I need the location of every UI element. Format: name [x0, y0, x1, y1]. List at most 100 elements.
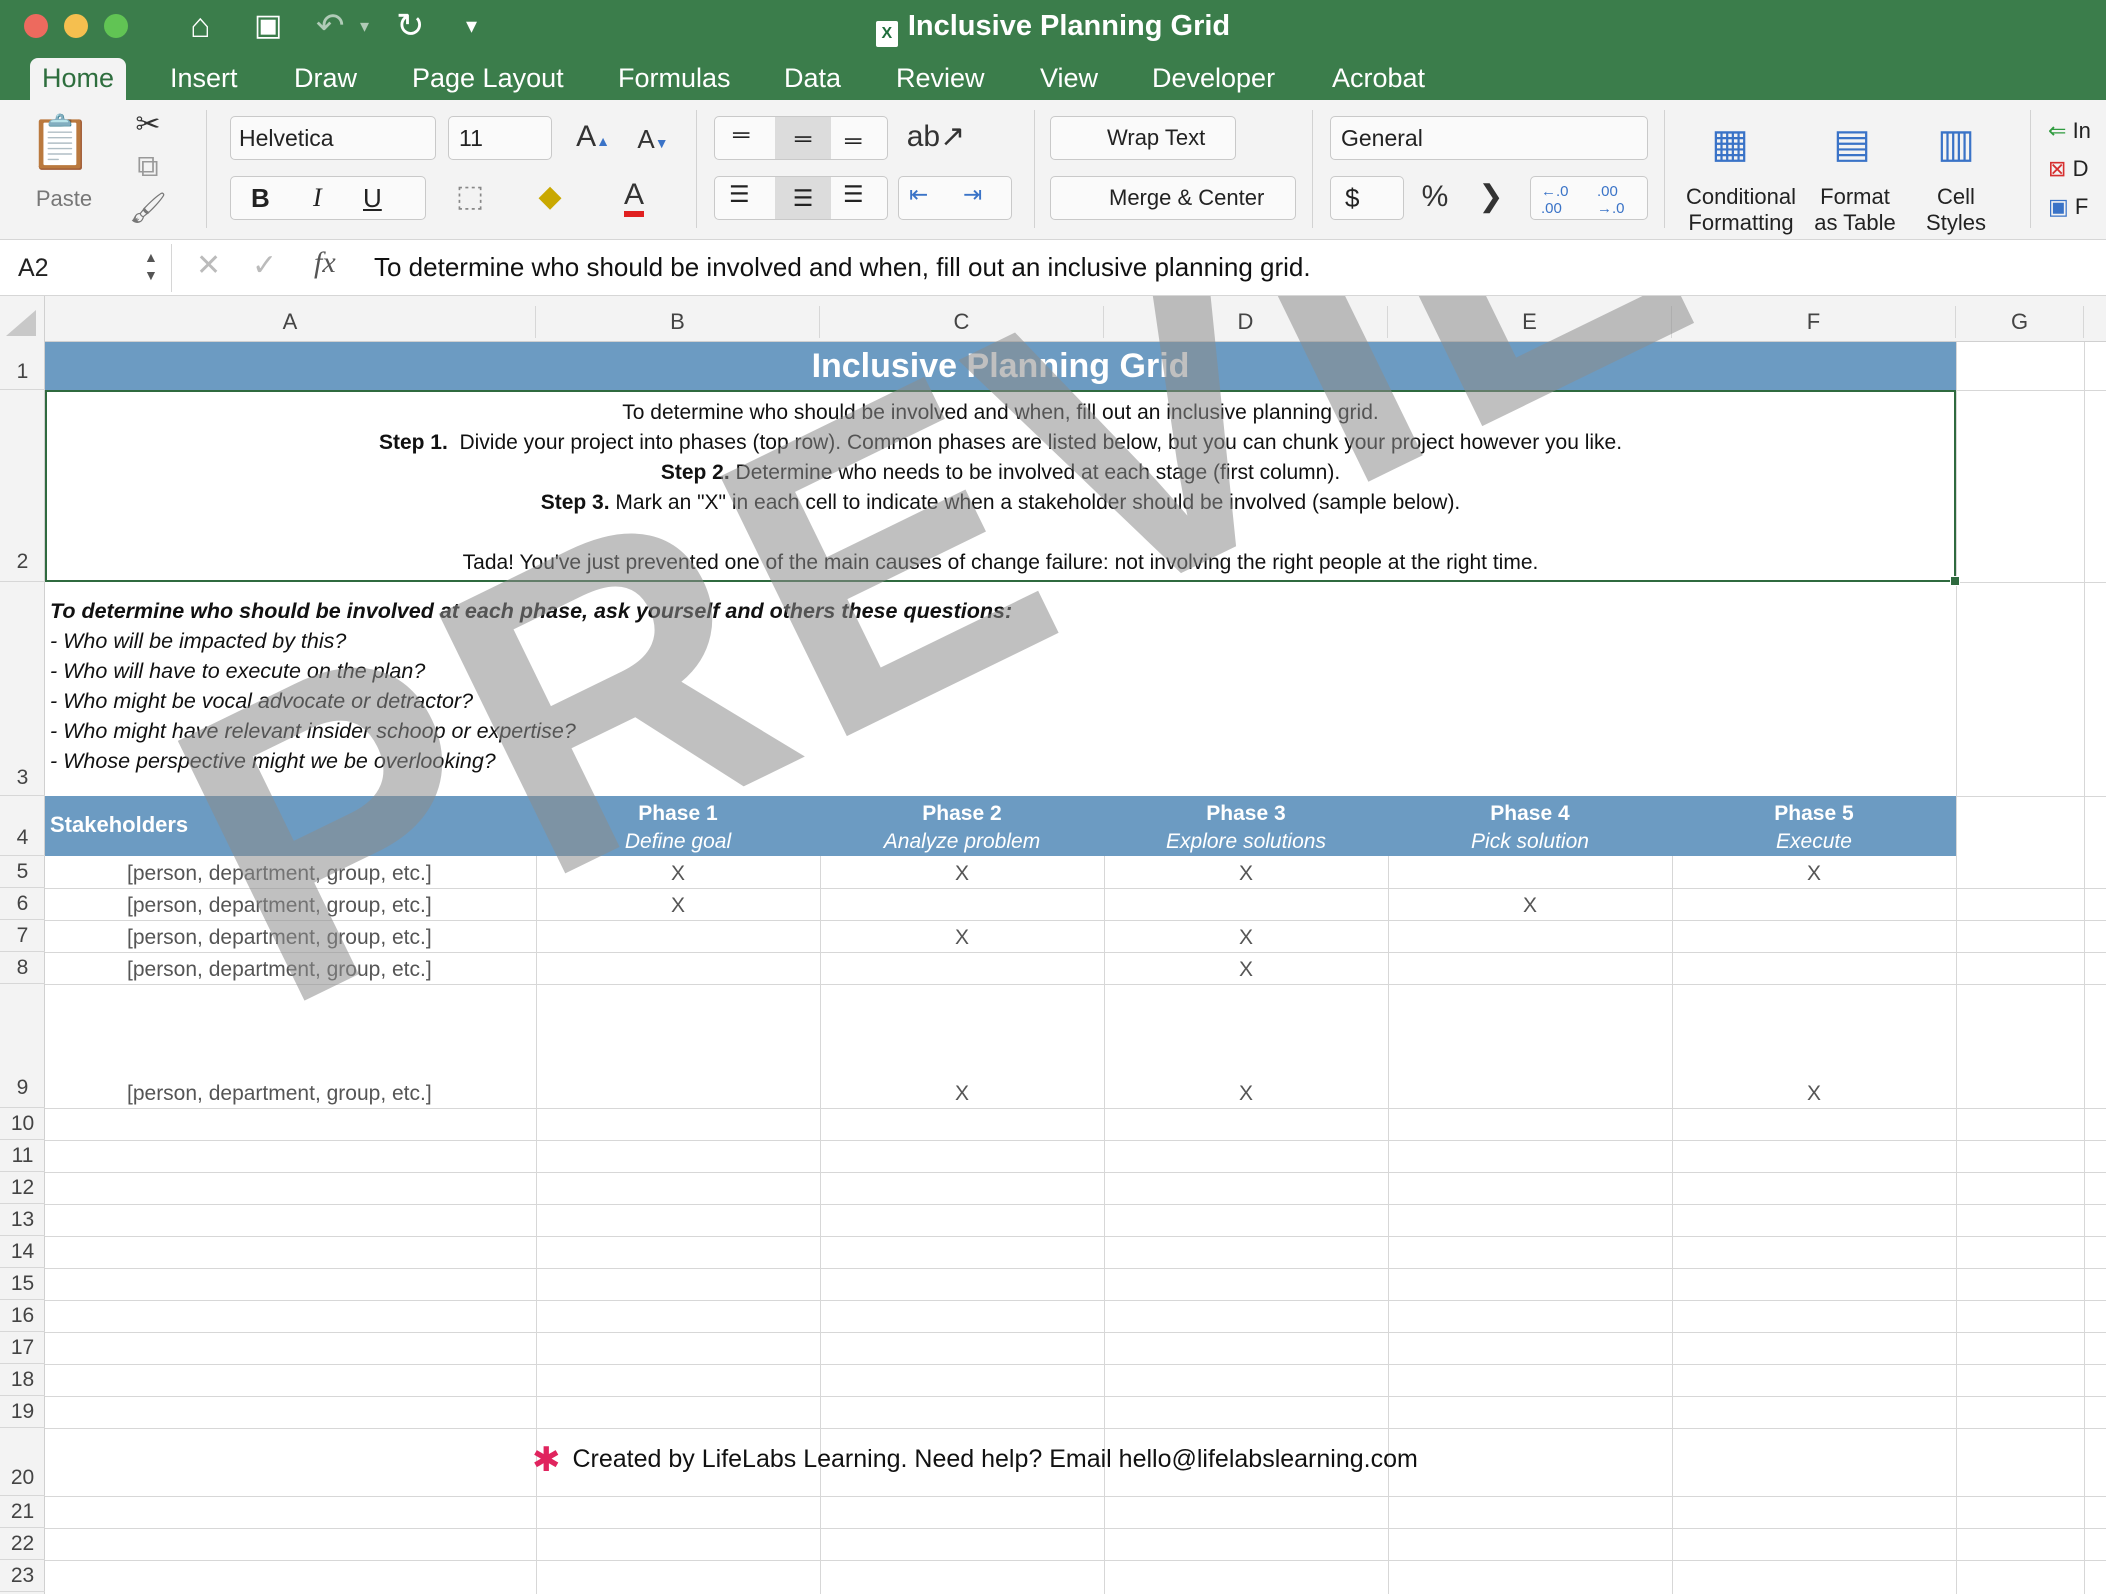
row-header-7[interactable]: 7 — [0, 920, 45, 952]
enter-icon[interactable]: ✓ — [252, 248, 277, 283]
row-header-21[interactable]: 21 — [0, 1496, 45, 1528]
format-as-table-icon[interactable]: ▤ — [1822, 116, 1882, 172]
font-size-select[interactable]: 11 — [448, 116, 552, 160]
cells-group-cut[interactable]: ⇐ In ⊠ D ▣ F — [2048, 112, 2106, 226]
mark-cell[interactable]: X — [1104, 958, 1388, 982]
comma-style-icon[interactable]: ❯ — [1466, 180, 1516, 214]
fill-handle[interactable] — [1950, 576, 1960, 586]
row-header-9[interactable]: 9 — [0, 984, 45, 1108]
mark-cell[interactable]: X — [820, 1082, 1104, 1106]
row-header-10[interactable]: 10 — [0, 1108, 45, 1140]
row-header-23[interactable]: 23 — [0, 1560, 45, 1592]
align-right-icon[interactable]: ☰ — [843, 181, 864, 208]
format-as-table-label[interactable]: Format as Table — [1806, 184, 1904, 236]
phase-header-5[interactable]: Phase 5 Execute — [1672, 800, 1956, 856]
row-header-17[interactable]: 17 — [0, 1332, 45, 1364]
currency-button[interactable]: $ — [1330, 176, 1404, 220]
conditional-formatting-icon[interactable]: ▦ — [1700, 116, 1760, 172]
tab-home[interactable]: Home — [30, 58, 127, 100]
select-all-corner[interactable] — [6, 310, 36, 336]
cut-icon[interactable]: ✂ — [128, 108, 168, 142]
borders-icon[interactable]: ⬚ — [440, 180, 500, 214]
row-header-11[interactable]: 11 — [0, 1140, 45, 1172]
row-header-1[interactable]: 1 — [0, 342, 45, 390]
increase-font-size-icon[interactable]: A▲ — [568, 120, 618, 158]
tab-data[interactable]: Data — [772, 58, 853, 100]
tab-insert[interactable]: Insert — [158, 58, 250, 100]
increase-indent-icon[interactable]: ⇥ — [963, 181, 982, 208]
phase-header-1[interactable]: Phase 1 Define goal — [536, 800, 820, 856]
wrap-text-button[interactable]: Wrap Text — [1050, 116, 1236, 160]
tab-page-layout[interactable]: Page Layout — [400, 58, 576, 100]
row-header-2[interactable]: 2 — [0, 390, 45, 582]
row-header-8[interactable]: 8 — [0, 952, 45, 984]
row-header-16[interactable]: 16 — [0, 1300, 45, 1332]
column-header-c[interactable]: C — [820, 306, 1104, 338]
formula-input[interactable]: To determine who should be involved and … — [374, 252, 1311, 283]
row-header-15[interactable]: 15 — [0, 1268, 45, 1300]
bold-icon[interactable]: B — [251, 183, 270, 214]
tab-formulas[interactable]: Formulas — [606, 58, 743, 100]
column-header-e[interactable]: E — [1388, 306, 1672, 338]
row-header-12[interactable]: 12 — [0, 1172, 45, 1204]
row-header-19[interactable]: 19 — [0, 1396, 45, 1428]
paste-icon[interactable]: 📋 — [28, 110, 93, 176]
phase-header-4[interactable]: Phase 4 Pick solution — [1388, 800, 1672, 856]
mark-cell[interactable]: X — [1104, 862, 1388, 886]
row-header-3[interactable]: 3 — [0, 582, 45, 796]
number-format-select[interactable]: General — [1330, 116, 1648, 160]
questions-cell[interactable]: To determine who should be involved at e… — [50, 596, 1012, 776]
decrease-indent-icon[interactable]: ⇤ — [909, 181, 928, 208]
cancel-icon[interactable]: ✕ — [196, 248, 221, 283]
column-header-g[interactable]: G — [1956, 306, 2084, 338]
align-left-icon[interactable]: ☰ — [729, 181, 750, 208]
column-header-b[interactable]: B — [536, 306, 820, 338]
tab-developer[interactable]: Developer — [1140, 58, 1287, 100]
row-header-18[interactable]: 18 — [0, 1364, 45, 1396]
format-painter-icon[interactable]: 🖌 — [128, 192, 168, 226]
stakeholder-cell[interactable]: [person, department, group, etc.] — [127, 862, 432, 886]
mark-cell[interactable]: X — [1672, 1082, 1956, 1106]
mark-cell[interactable]: X — [536, 862, 820, 886]
cell-styles-label[interactable]: Cell Styles — [1914, 184, 1998, 236]
tab-acrobat[interactable]: Acrobat — [1320, 58, 1437, 100]
row-header-6[interactable]: 6 — [0, 888, 45, 920]
stakeholders-header[interactable]: Stakeholders — [50, 812, 188, 838]
tab-draw[interactable]: Draw — [282, 58, 369, 100]
row-header-5[interactable]: 5 — [0, 856, 45, 888]
insert-function-icon[interactable]: fx — [314, 246, 336, 280]
column-header-a[interactable]: A — [45, 306, 536, 338]
stakeholder-cell[interactable]: [person, department, group, etc.] — [127, 958, 432, 982]
row-header-4[interactable]: 4 — [0, 796, 45, 856]
mark-cell[interactable]: X — [1104, 926, 1388, 950]
fill-color-icon[interactable]: ◆ — [520, 180, 580, 214]
mark-cell[interactable]: X — [820, 862, 1104, 886]
percent-icon[interactable]: % — [1410, 180, 1460, 214]
cell-styles-icon[interactable]: ▥ — [1926, 116, 1986, 172]
mark-cell[interactable]: X — [1104, 1082, 1388, 1106]
decrease-decimal-icon[interactable]: .00 →.0 — [1597, 183, 1625, 217]
column-header-f[interactable]: F — [1672, 306, 1956, 338]
name-box-stepper-icon[interactable]: ▲ ▼ — [144, 248, 158, 284]
row-header-13[interactable]: 13 — [0, 1204, 45, 1236]
stakeholder-cell[interactable]: [person, department, group, etc.] — [127, 894, 432, 918]
mark-cell[interactable]: X — [1672, 862, 1956, 886]
italic-icon[interactable]: I — [313, 183, 322, 213]
copy-icon[interactable]: ⧉ — [128, 150, 168, 184]
row-header-20[interactable]: 20 — [0, 1428, 45, 1496]
align-bottom-icon[interactable]: ═ — [845, 127, 861, 154]
increase-decimal-icon[interactable]: ←.0.00 — [1541, 183, 1569, 217]
decrease-font-size-icon[interactable]: A▼ — [628, 122, 678, 160]
stakeholder-cell[interactable]: [person, department, group, etc.] — [127, 1082, 432, 1106]
instructions-cell[interactable]: To determine who should be involved and … — [45, 390, 1960, 586]
sheet-title-cell[interactable]: Inclusive Planning Grid — [45, 342, 1956, 390]
tab-view[interactable]: View — [1028, 58, 1110, 100]
orientation-icon[interactable]: ab↗ — [906, 120, 966, 154]
mark-cell[interactable]: X — [1388, 894, 1672, 918]
mark-cell[interactable]: X — [536, 894, 820, 918]
underline-icon[interactable]: U — [363, 183, 382, 214]
phase-header-3[interactable]: Phase 3 Explore solutions — [1104, 800, 1388, 856]
row-header-22[interactable]: 22 — [0, 1528, 45, 1560]
mark-cell[interactable]: X — [820, 926, 1104, 950]
tab-review[interactable]: Review — [884, 58, 997, 100]
